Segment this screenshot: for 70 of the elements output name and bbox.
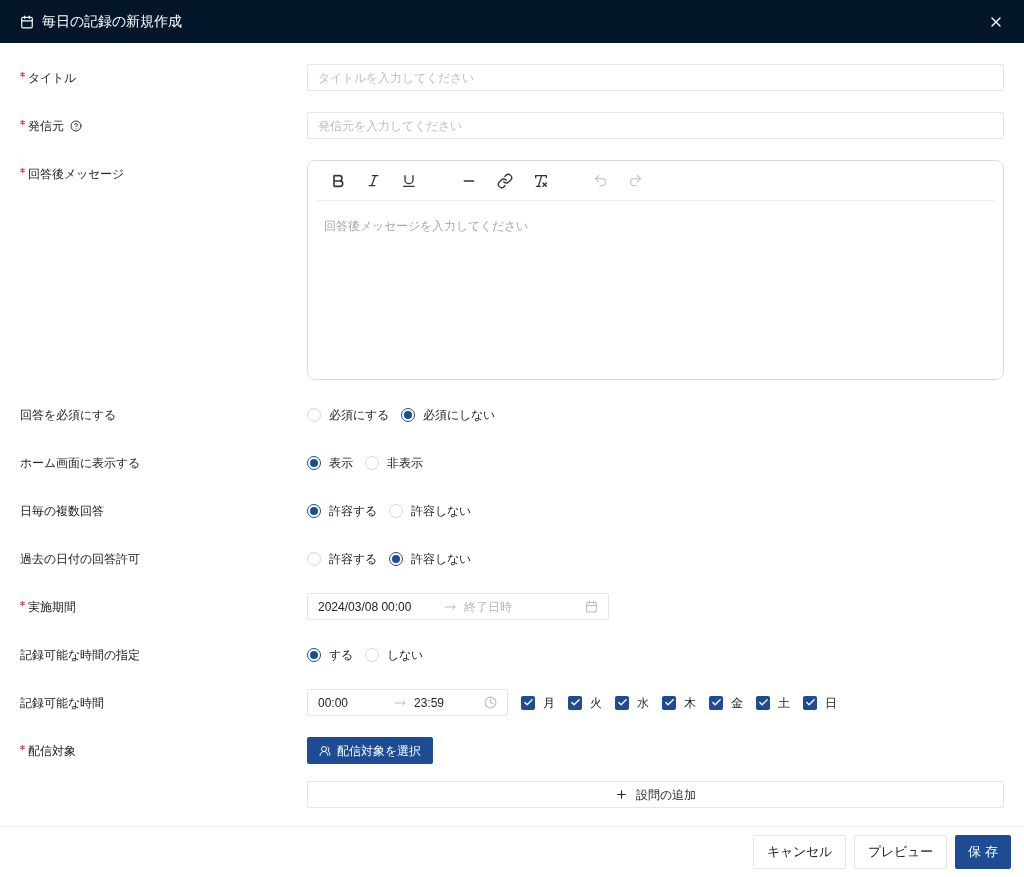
required-asterisk-icon: [20, 120, 25, 125]
weekday-label: 水: [637, 694, 649, 712]
radio-label: 許容しない: [411, 502, 471, 520]
radio-label: する: [329, 646, 353, 664]
link-icon[interactable]: [497, 172, 513, 189]
required-asterisk-icon: [20, 72, 25, 77]
radio-label: 許容しない: [411, 550, 471, 568]
users-icon: [319, 744, 331, 757]
dialog-button[interactable]: キャンセル: [753, 835, 847, 869]
checkbox[interactable]: [756, 695, 770, 710]
field-label: 実施期間: [28, 598, 76, 616]
field-label: タイトル: [28, 69, 76, 87]
weekday-label: 月: [543, 694, 555, 712]
radio-button[interactable]: [307, 503, 321, 518]
field-label: 発信元: [28, 117, 64, 135]
required-asterisk-icon: [20, 745, 25, 750]
field-label: 回答を必須にする: [20, 406, 116, 424]
radio-button[interactable]: [389, 551, 403, 566]
weekday-label: 木: [684, 694, 696, 712]
underline-icon[interactable]: [401, 172, 417, 189]
checkbox[interactable]: [662, 695, 676, 710]
radio-button[interactable]: [401, 407, 415, 422]
checkbox[interactable]: [709, 695, 723, 710]
dialog-button[interactable]: プレビュー: [854, 835, 948, 869]
radio-label: 許容する: [329, 550, 377, 568]
checkbox[interactable]: [615, 695, 629, 710]
message-text-area[interactable]: 回答後メッセージを入力してください: [308, 201, 1003, 379]
weekday-label: 火: [590, 694, 602, 712]
field-label: ホーム画面に表示する: [20, 454, 140, 472]
clear-format-icon[interactable]: [533, 172, 549, 189]
field-label: 回答後メッセージ: [28, 165, 124, 183]
required-asterisk-icon: [20, 168, 25, 173]
radio-button[interactable]: [307, 647, 321, 662]
field-label: 過去の日付の回答許可: [20, 550, 140, 568]
date-range-picker[interactable]: 2024/03/08 00:00 終了日時: [307, 593, 609, 620]
italic-icon[interactable]: [366, 173, 381, 188]
field-label: 記録可能な時間: [20, 694, 104, 712]
calendar-icon: [20, 14, 34, 29]
start-time-value: 00:00: [318, 694, 350, 712]
field-label: 日毎の複数回答: [20, 502, 104, 520]
checkbox[interactable]: [803, 695, 817, 710]
help-icon[interactable]: [70, 119, 82, 132]
end-date-placeholder: 終了日時: [464, 598, 513, 616]
checkbox[interactable]: [568, 695, 582, 710]
bold-icon[interactable]: [330, 172, 346, 189]
plus-icon: [615, 788, 628, 801]
radio-label: 必須にする: [329, 406, 389, 424]
radio-button[interactable]: [307, 455, 321, 470]
radio-label: 許容する: [329, 502, 377, 520]
weekday-label: 日: [825, 694, 837, 712]
weekday-label: 金: [731, 694, 743, 712]
time-range-picker[interactable]: 00:00 23:59: [307, 689, 508, 716]
calendar-icon: [585, 600, 598, 613]
add-question-button[interactable]: 設問の追加: [307, 781, 1004, 808]
save-button[interactable]: 保 存: [955, 835, 1011, 869]
clock-icon: [484, 696, 497, 709]
field-label: 記録可能な時間の指定: [20, 646, 140, 664]
end-time-value: 23:59: [414, 694, 446, 712]
weekday-label: 土: [778, 694, 790, 712]
start-date-value: 2024/03/08 00:00: [318, 598, 413, 616]
select-recipients-button[interactable]: 配信対象を選択: [307, 737, 433, 764]
radio-label: しない: [387, 646, 423, 664]
radio-label: 非表示: [387, 454, 423, 472]
dialog-title: 毎日の記録の新規作成: [42, 12, 183, 31]
radio-label: 必須にしない: [423, 406, 495, 424]
field-label: 配信対象: [28, 742, 76, 760]
rich-text-editor[interactable]: 回答後メッセージを入力してください: [307, 160, 1004, 380]
radio-label: 表示: [329, 454, 353, 472]
checkbox[interactable]: [521, 695, 535, 710]
required-asterisk-icon: [20, 601, 25, 606]
